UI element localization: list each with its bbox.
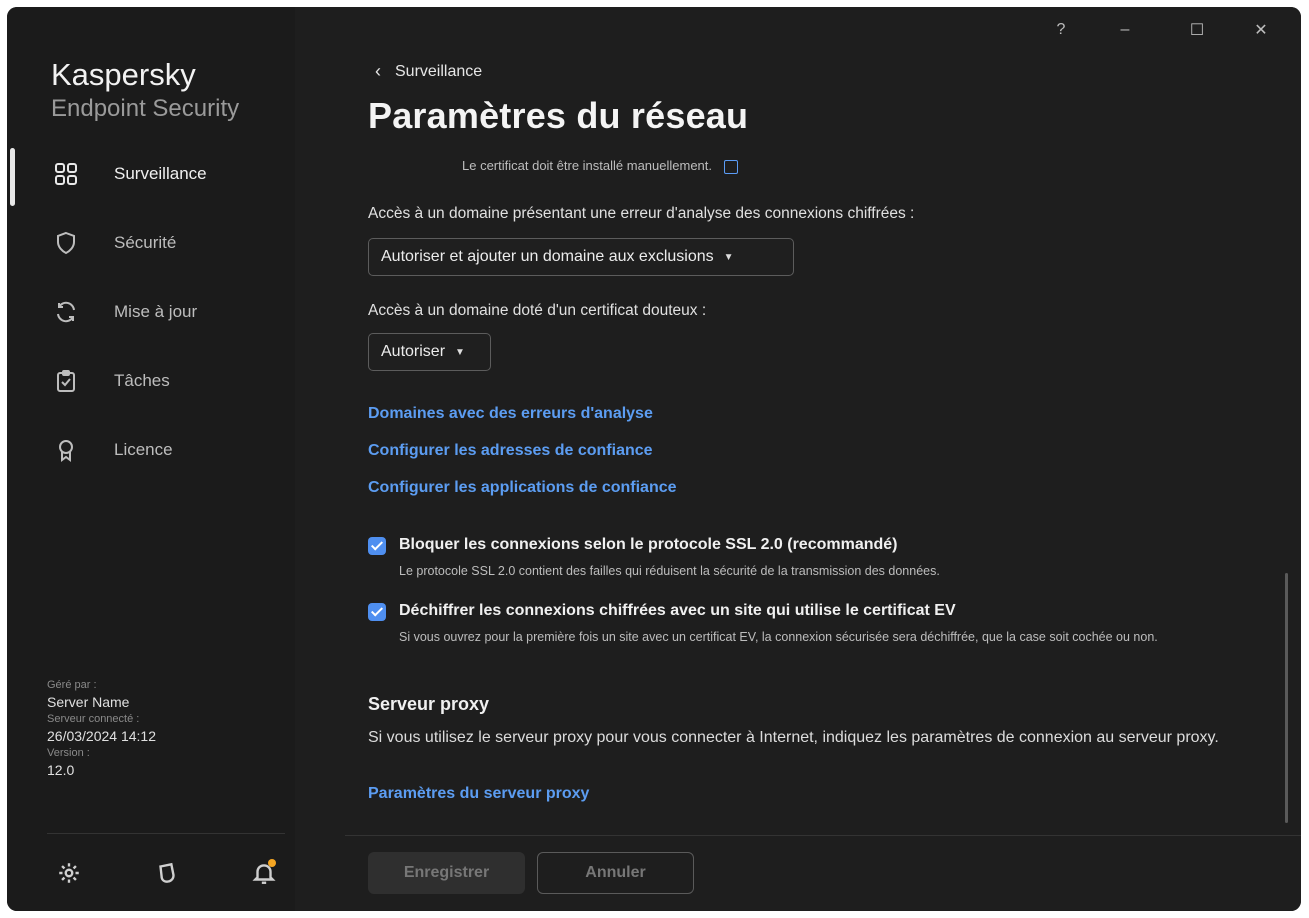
close-button[interactable]: ✕ [1241,15,1281,45]
settings-gear-icon[interactable] [56,860,82,886]
sidebar-item-securite[interactable]: Sécurité [7,209,295,278]
settings-content: Le certificat doit être installé manuell… [368,153,1291,833]
managed-by-label: Géré par : [47,679,97,691]
window-controls: ? – ☐ ✕ [1041,7,1301,53]
sidebar-nav: Surveillance Sécurité Mise à jour Tâches… [7,140,295,485]
brand-name: Kaspersky [51,57,196,92]
ev-checkbox[interactable] [368,603,386,621]
minimize-button[interactable]: – [1105,15,1145,45]
ssl2-checkbox[interactable] [368,537,386,555]
page-title: Paramètres du réseau [368,95,749,136]
footer-divider [345,835,1301,836]
checkbox-desc: Le protocole SSL 2.0 contient des faille… [399,564,940,578]
checkbox-title: Déchiffrer les connexions chiffrées avec… [399,602,956,619]
sidebar-item-label: Sécurité [114,233,177,252]
active-indicator [10,148,15,206]
notifications-button[interactable] [251,859,277,886]
save-button[interactable]: Enregistrer [368,852,525,894]
product-name: Endpoint Security [51,95,240,122]
chevron-down-icon: ▼ [455,346,465,358]
managed-by-value: Server Name [47,694,130,710]
server-connected-value: 26/03/2024 14:12 [47,728,156,744]
link-domains-errors[interactable]: Domaines avec des erreurs d'analyse [368,405,653,423]
sidebar-item-licence[interactable]: Licence [7,416,295,485]
scrollbar[interactable] [1285,573,1288,823]
field-label: Accès à un domaine présentant une erreur… [368,205,915,222]
connection-info: Géré par : Server Name Serveur connecté … [47,679,156,781]
cancel-button[interactable]: Annuler [537,852,694,894]
dashboard-grid-icon [55,163,77,185]
checkbox-desc: Si vous ouvrez pour la première fois un … [399,630,1158,644]
proxy-section-title: Serveur proxy [368,694,490,714]
back-link-label: Surveillance [395,62,483,80]
sidebar-item-label: Licence [114,440,173,459]
server-connected-label: Serveur connecté : [47,713,140,725]
sidebar-divider [47,833,285,834]
doubtful-certificate-select[interactable]: Autoriser ▼ [368,333,491,371]
support-icon[interactable] [154,860,180,886]
version-value: 12.0 [47,762,75,778]
brand: Kaspersky Endpoint Security [51,57,239,125]
version-label: Version : [47,747,90,759]
sidebar-item-mise-a-jour[interactable]: Mise à jour [7,278,295,347]
sidebar-item-label: Surveillance [114,164,207,183]
checkbox-title: Bloquer les connexions selon le protocol… [399,536,898,553]
field-label: Accès à un domaine doté d'un certificat … [368,302,707,319]
sidebar-item-surveillance[interactable]: Surveillance [7,140,295,209]
proxy-section-text: Si vous utilisez le serveur proxy pour v… [368,729,1219,746]
sidebar-item-label: Mise à jour [114,302,198,321]
sidebar-item-label: Tâches [114,371,170,390]
chevron-down-icon: ▼ [723,251,734,263]
select-value: Autoriser et ajouter un domaine aux excl… [381,248,714,265]
license-ribbon-icon [59,440,73,462]
back-link[interactable]: ‹ Surveillance [375,61,482,82]
link-trusted-applications[interactable]: Configurer les applications de confiance [368,479,677,497]
link-trusted-addresses[interactable]: Configurer les adresses de confiance [368,442,653,460]
sidebar: Kaspersky Endpoint Security Surveillance… [7,7,295,911]
shield-icon [57,231,75,255]
chevron-left-icon: ‹ [375,61,381,81]
notification-dot [268,859,276,867]
certificate-note-text: Le certificat doit être installé manuell… [462,158,713,173]
main-panel: ? – ☐ ✕ ‹ Surveillance Paramètres du rés… [295,7,1301,911]
external-link-icon[interactable] [723,159,738,174]
certificate-note: Le certificat doit être installé manuell… [462,158,738,174]
refresh-icon [57,301,75,323]
app-window: Kaspersky Endpoint Security Surveillance… [7,7,1301,911]
maximize-button[interactable]: ☐ [1177,15,1217,45]
help-button[interactable]: ? [1041,15,1081,45]
encrypted-error-select[interactable]: Autoriser et ajouter un domaine aux excl… [368,238,794,276]
clipboard-check-icon [57,370,75,392]
sidebar-item-taches[interactable]: Tâches [7,347,295,416]
sidebar-footer [7,852,295,892]
link-proxy-settings[interactable]: Paramètres du serveur proxy [368,785,589,803]
select-value: Autoriser [381,343,446,360]
